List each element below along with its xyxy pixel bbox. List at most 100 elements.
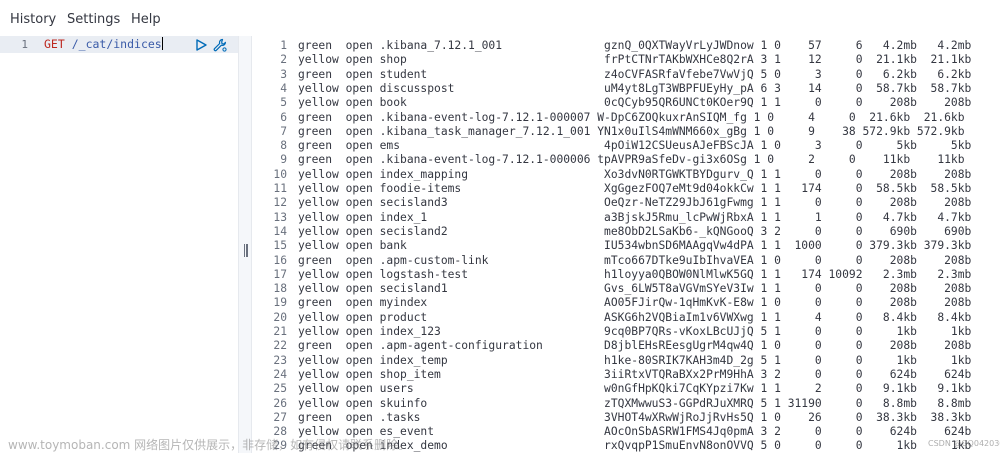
- output-row: 22 green open .apm-agent-configuration D8…: [252, 339, 1000, 353]
- output-row: 16 green open .apm-custom-link mTco667DTk…: [252, 254, 1000, 268]
- output-row: 5 yellow open book 0cQCyb95QR6UNCt0KOer9Q…: [252, 96, 1000, 110]
- request-text[interactable]: GET /_cat/indices: [44, 37, 163, 51]
- output-row: 21 yellow open index_123 9cq0BP7QRs-vKoxL…: [252, 325, 1000, 339]
- play-icon[interactable]: [193, 37, 208, 52]
- menu-bar: History Settings Help: [0, 0, 1000, 40]
- output-line-number: 29: [273, 439, 287, 453]
- output-line-text: yellow open discusspost uM4yt8LgT3WBPFUE…: [298, 81, 972, 95]
- output-line-text: green open .kibana-event-log-7.12.1-0000…: [298, 153, 965, 167]
- output-line-text: green open .kibana_task_manager_7.12.1_0…: [298, 124, 965, 138]
- output-line-number: 21: [273, 325, 287, 338]
- output-line-text: yellow open secisland3 OeQzr-NeTZ29JbJ61…: [298, 196, 972, 210]
- output-line-number: 24: [273, 367, 287, 381]
- output-line-number: 4: [280, 81, 287, 95]
- editor-line-number: 1: [21, 38, 28, 51]
- output-line-number: 3: [280, 67, 287, 81]
- output-line-text: green open myindex AO05FJirQw-1qHmKvK-E8…: [298, 296, 972, 310]
- output-line-text: green open .apm-custom-link mTco667DTke9…: [298, 253, 972, 267]
- output-line-number: 8: [280, 139, 287, 153]
- output-row: 20 yellow open product ASKG6h2VQBiaIm1v6V…: [252, 311, 1000, 325]
- output-line-number: 20: [273, 310, 287, 324]
- output-line-text: yellow open users w0nGfHpKQki7CqKYpzi7Kw…: [298, 382, 972, 396]
- output-line-text: yellow open index_1 a3BjskJ5Rmu_lcPwWjRb…: [298, 210, 972, 224]
- output-row: 10 yellow open index_mapping Xo3dvN0RTGWK…: [252, 168, 1000, 182]
- output-line-number: 11: [273, 182, 287, 195]
- request-actions: [193, 37, 227, 52]
- output-line-text: green open .apm-agent-configuration D8jb…: [298, 339, 972, 353]
- output-line-number: 27: [273, 410, 287, 424]
- request-editor[interactable]: 1 GET /_cat/indices: [0, 36, 238, 453]
- request-method: GET: [44, 37, 65, 51]
- output-line-number: 9: [280, 153, 287, 167]
- output-line-number: 25: [273, 382, 287, 396]
- output-row: 11 yellow open foodie-items XgGgezFOQ7eMt…: [252, 182, 1000, 196]
- output-row: 6 green open .kibana-event-log-7.12.1-000…: [252, 111, 1000, 125]
- output-line-number: 17: [273, 267, 287, 281]
- response-output[interactable]: 1 green open .kibana_7.12.1_001 gznQ_0QXT…: [252, 36, 1000, 453]
- watermark-corner: CSDN @GQ042030: [928, 439, 1000, 448]
- output-row: 24 yellow open shop_item 3iiRtxVTQRaBXx2P…: [252, 368, 1000, 382]
- output-line-text: yellow open foodie-items XgGgezFOQ7eMt9d…: [298, 182, 972, 195]
- output-line-text: yellow open es_event AOcOnSbASRW1FMS4Jq0…: [298, 425, 972, 439]
- output-line-number: 15: [273, 239, 287, 253]
- output-line-text: yellow open index_mapping Xo3dvN0RTGWKTB…: [298, 167, 972, 181]
- output-line-number: 7: [280, 124, 287, 138]
- output-row: 28 yellow open es_event AOcOnSbASRW1FMS4J…: [252, 425, 1000, 439]
- output-row: 17 yellow open logstash-test h1loyya0QBOW…: [252, 268, 1000, 282]
- output-row: 18 yellow open secisland1 Gvs_6LW5T8aVGVm…: [252, 282, 1000, 296]
- menu-help[interactable]: Help: [131, 12, 161, 27]
- output-line-number: 10: [273, 167, 287, 181]
- output-line-number: 18: [273, 282, 287, 296]
- output-row: 1 green open .kibana_7.12.1_001 gznQ_0QXT…: [252, 39, 1000, 53]
- output-line-text: yellow open secisland2 me8ObD2LSaKb6-_kQ…: [298, 224, 972, 238]
- output-row: 15 yellow open bank IU534wbnSD6MAAgqVw4dP…: [252, 239, 1000, 253]
- output-line-text: yellow open logstash-test h1loyya0QBOW0N…: [298, 267, 972, 281]
- output-row: 3 green open student z4oCVFASRfaVfebe7VwV…: [252, 68, 1000, 82]
- output-line-number: 23: [273, 353, 287, 367]
- output-line-text: yellow open bank IU534wbnSD6MAAgqVw4dPA …: [298, 239, 972, 253]
- output-line-text: yellow open skuinfo zTQXMwwuS3-GGPdRJuXM…: [298, 396, 972, 410]
- resize-handle-icon[interactable]: [243, 244, 248, 257]
- output-line-number: 14: [273, 224, 287, 238]
- menu-history[interactable]: History: [10, 12, 56, 27]
- output-line-text: yellow open secisland1 Gvs_6LW5T8aVGVmSY…: [298, 282, 972, 296]
- output-row: 7 green open .kibana_task_manager_7.12.1_…: [252, 125, 1000, 139]
- wrench-icon[interactable]: [212, 37, 227, 52]
- output-line-text: green open .tasks 3VHOT4wXRwWjRoJjRvHs5Q…: [298, 410, 972, 424]
- output-line-number: 1: [280, 39, 287, 52]
- output-line-number: 2: [280, 53, 287, 67]
- output-line-number: 12: [273, 196, 287, 210]
- output-line-text: yellow open shop frPtCTNrTAKbWXHCe8Q2rA …: [298, 53, 972, 67]
- output-line-text: yellow open book 0cQCyb95QR6UNCt0KOer9Q …: [298, 96, 972, 110]
- output-line-number: 22: [273, 339, 287, 353]
- output-row: 14 yellow open secisland2 me8ObD2LSaKb6-_…: [252, 225, 1000, 239]
- output-row: 2 yellow open shop frPtCTNrTAKbWXHCe8Q2rA…: [252, 53, 1000, 67]
- editor-active-line[interactable]: 1 GET /_cat/indices: [0, 36, 238, 53]
- pane-resizer[interactable]: [238, 36, 252, 453]
- output-line-text: green open ems 4pOiW12CSUeusAJeFBScJA 1 …: [298, 139, 972, 153]
- output-row: 8 green open ems 4pOiW12CSUeusAJeFBScJA 1…: [252, 139, 1000, 153]
- output-line-text: green open index_demo rxQvqpP1SmuEnvN8on…: [298, 439, 972, 453]
- output-row: 13 yellow open index_1 a3BjskJ5Rmu_lcPwWj…: [252, 211, 1000, 225]
- output-line-text: green open .kibana_7.12.1_001 gznQ_0QXTW…: [298, 39, 972, 52]
- output-row: 23 yellow open index_temp h1ke-80SRIK7KAH…: [252, 354, 1000, 368]
- request-path: /_cat/indices: [71, 37, 162, 51]
- output-row: 27 green open .tasks 3VHOT4wXRwWjRoJjRvHs…: [252, 411, 1000, 425]
- output-line-text: yellow open index_temp h1ke-80SRIK7KAH3m…: [298, 353, 972, 367]
- output-line-text: yellow open shop_item 3iiRtxVTQRaBXx2PrM…: [298, 367, 972, 381]
- output-row: 9 green open .kibana-event-log-7.12.1-000…: [252, 153, 1000, 167]
- output-line-text: yellow open product ASKG6h2VQBiaIm1v6VWX…: [298, 310, 972, 324]
- output-row: 12 yellow open secisland3 OeQzr-NeTZ29JbJ…: [252, 196, 1000, 210]
- output-line-number: 26: [273, 396, 287, 410]
- output-line-number: 19: [273, 296, 287, 310]
- output-row: 19 green open myindex AO05FJirQw-1qHmKvK-…: [252, 296, 1000, 310]
- output-line-number: 16: [273, 253, 287, 267]
- output-row: 26 yellow open skuinfo zTQXMwwuS3-GGPdRJu…: [252, 397, 1000, 411]
- output-row: 4 yellow open discusspost uM4yt8LgT3WBPFU…: [252, 82, 1000, 96]
- output-row: 29 green open index_demo rxQvqpP1SmuEnvN8…: [252, 439, 1000, 453]
- output-line-number: 28: [273, 425, 287, 439]
- output-line-number: 13: [273, 210, 287, 224]
- menu-settings[interactable]: Settings: [67, 12, 120, 27]
- output-line-text: green open .kibana-event-log-7.12.1-0000…: [298, 110, 965, 124]
- text-cursor: [161, 37, 163, 50]
